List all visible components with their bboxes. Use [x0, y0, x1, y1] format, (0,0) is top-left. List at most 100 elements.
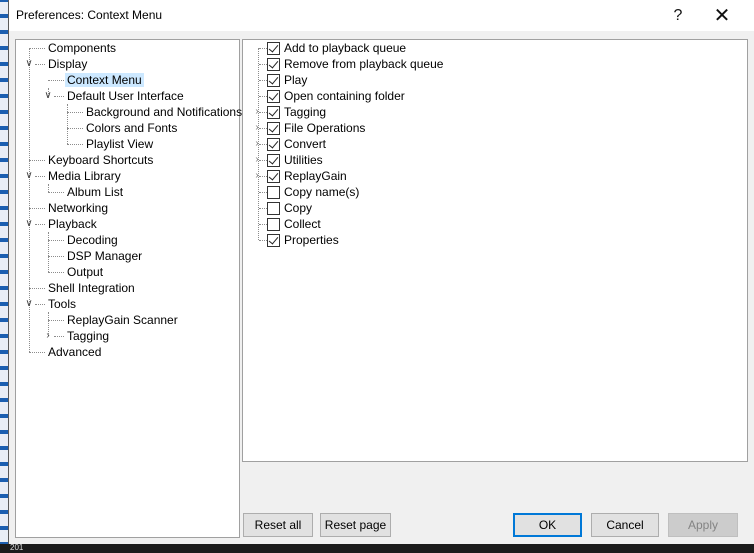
tree-item-advanced[interactable]: Advanced — [46, 344, 103, 360]
tree-item-playback[interactable]: Playback — [46, 216, 99, 232]
list-branch — [259, 240, 267, 241]
background-window-cell — [0, 50, 8, 63]
chevron-right-icon[interactable]: › — [42, 330, 54, 342]
background-window-cell — [0, 290, 8, 303]
checkbox-checked[interactable] — [267, 138, 280, 151]
chevron-down-icon[interactable]: ∨ — [23, 218, 35, 230]
tree-branch — [67, 112, 83, 113]
tree-item-replaygain-scanner[interactable]: ReplayGain Scanner — [65, 312, 180, 328]
tree-item-decoding[interactable]: Decoding — [65, 232, 120, 248]
tree-item-label: Display — [48, 57, 88, 71]
tree-item-label: Context Menu — [65, 73, 144, 87]
tree-item-shell-integration[interactable]: Shell Integration — [46, 280, 137, 296]
list-item[interactable]: Open containing folder — [243, 88, 743, 104]
tree-item-networking[interactable]: Networking — [46, 200, 110, 216]
list-item[interactable]: › Tagging — [243, 104, 743, 120]
close-button[interactable]: ✕ — [700, 0, 744, 31]
checkbox-checked[interactable] — [267, 58, 280, 71]
tree-item-tagging[interactable]: Tagging — [65, 328, 111, 344]
list-item[interactable]: › Utilities — [243, 152, 743, 168]
list-item[interactable]: Collect — [243, 216, 743, 232]
tree-item-context-menu[interactable]: Context Menu — [65, 72, 144, 88]
window-title: Preferences: Context Menu — [16, 8, 163, 22]
tree-item-tools[interactable]: Tools — [46, 296, 78, 312]
list-branch — [259, 64, 267, 65]
help-button[interactable]: ? — [656, 0, 700, 31]
list-branch — [259, 192, 267, 193]
list-item-label: Convert — [284, 137, 327, 151]
background-window-cell — [0, 226, 8, 239]
tree-item-album-list[interactable]: Album List — [65, 184, 125, 200]
tree-item-label: Playlist View — [86, 137, 154, 151]
tree-item-keyboard-shortcuts[interactable]: Keyboard Shortcuts — [46, 152, 155, 168]
tree-branch — [67, 128, 83, 129]
tree-item-display[interactable]: Display — [46, 56, 89, 72]
tree-item-playlist-view[interactable]: Playlist View — [84, 136, 155, 152]
tree-item-components[interactable]: Components — [46, 40, 118, 56]
checkbox-checked[interactable] — [267, 170, 280, 183]
checkbox-checked[interactable] — [267, 90, 280, 103]
checkbox-checked[interactable] — [267, 154, 280, 167]
chevron-down-icon[interactable]: ∨ — [23, 170, 35, 182]
background-window-cell — [0, 354, 8, 367]
tree-branch — [48, 240, 64, 241]
cancel-button[interactable]: Cancel — [591, 513, 659, 537]
chevron-right-icon[interactable]: › — [252, 138, 262, 150]
list-item[interactable]: › Convert — [243, 136, 743, 152]
tree-item-label: Media Library — [48, 169, 121, 183]
list-item[interactable]: Copy name(s) — [243, 184, 743, 200]
close-icon: ✕ — [713, 5, 731, 27]
list-item[interactable]: Copy — [243, 200, 743, 216]
checkbox-unchecked[interactable] — [267, 218, 280, 231]
background-window-cell — [0, 130, 8, 143]
tree-branch — [48, 192, 64, 193]
list-branch — [259, 224, 267, 225]
background-window-cell — [0, 34, 8, 47]
reset-page-button[interactable]: Reset page — [320, 513, 391, 537]
tree-branch — [35, 224, 45, 225]
chevron-down-icon[interactable]: ∨ — [42, 90, 54, 102]
chevron-right-icon[interactable]: › — [252, 106, 262, 118]
checkbox-checked[interactable] — [267, 42, 280, 55]
tree-item-label: Decoding — [67, 233, 118, 247]
tree-item-label: Advanced — [48, 345, 102, 359]
tree-connector — [48, 232, 49, 272]
tree-branch — [48, 256, 64, 257]
chevron-right-icon[interactable]: › — [252, 154, 262, 166]
list-item[interactable]: Play — [243, 72, 743, 88]
tree-item-colors-and-fonts[interactable]: Colors and Fonts — [84, 120, 179, 136]
tree-item-dsp-manager[interactable]: DSP Manager — [65, 248, 144, 264]
checkbox-unchecked[interactable] — [267, 202, 280, 215]
background-window-cell — [0, 162, 8, 175]
list-item[interactable]: Remove from playback queue — [243, 56, 743, 72]
ok-button[interactable]: OK — [513, 513, 582, 537]
list-item[interactable]: › File Operations — [243, 120, 743, 136]
context-menu-items-list[interactable]: Add to playback queue Remove from playbac… — [242, 39, 748, 462]
background-window-cell — [0, 530, 8, 543]
preferences-tree[interactable]: Components ∨ Display Context Menu ∨ Defa… — [15, 39, 242, 538]
background-window-cell — [0, 386, 8, 399]
reset-all-button[interactable]: Reset all — [243, 513, 313, 537]
checkbox-checked[interactable] — [267, 234, 280, 247]
tree-item-label: Colors and Fonts — [86, 121, 178, 135]
chevron-down-icon[interactable]: ∨ — [23, 298, 35, 310]
tree-item-media-library[interactable]: Media Library — [46, 168, 123, 184]
tree-item-default-user-interface[interactable]: Default User Interface — [65, 88, 186, 104]
list-item[interactable]: Properties — [243, 232, 743, 248]
tree-item-output[interactable]: Output — [65, 264, 105, 280]
tree-item-background-and-notifications[interactable]: Background and Notifications — [84, 104, 244, 120]
list-item[interactable]: Add to playback queue — [243, 40, 743, 56]
preferences-dialog: Preferences: Context Menu ? ✕ Components… — [9, 0, 754, 544]
chevron-down-icon[interactable]: ∨ — [23, 58, 35, 70]
tree-branch — [29, 160, 45, 161]
checkbox-checked[interactable] — [267, 74, 280, 87]
tree-branch — [48, 80, 64, 81]
chevron-right-icon[interactable]: › — [252, 122, 262, 134]
list-item-label: ReplayGain — [284, 169, 347, 183]
checkbox-checked[interactable] — [267, 122, 280, 135]
checkbox-unchecked[interactable] — [267, 186, 280, 199]
list-item[interactable]: › ReplayGain — [243, 168, 743, 184]
chevron-right-icon[interactable]: › — [252, 170, 262, 182]
checkbox-checked[interactable] — [267, 106, 280, 119]
apply-button[interactable]: Apply — [668, 513, 738, 537]
